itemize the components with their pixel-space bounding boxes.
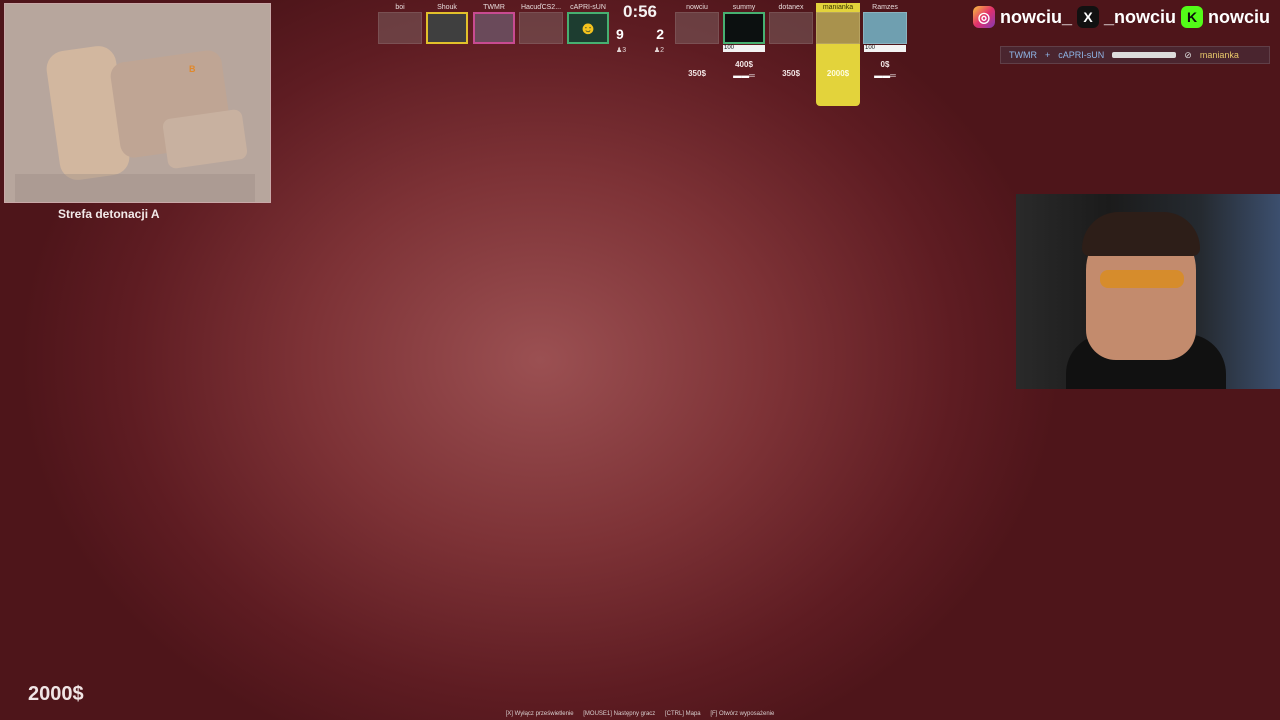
rifle-icon: ▬▬═	[874, 71, 896, 80]
player-avatar	[723, 12, 765, 44]
player-avatar	[519, 12, 563, 44]
player-name: Shouk	[437, 4, 457, 11]
killfeed-victim: manianka	[1199, 50, 1239, 60]
map-shadow	[15, 174, 255, 202]
x-icon: X	[1076, 6, 1099, 28]
player-card: TWMR	[472, 3, 516, 44]
player-card: dotanex 350$	[769, 3, 813, 106]
noscope-icon: ⊘	[1184, 49, 1192, 60]
kick-icon: K	[1181, 6, 1203, 28]
player-name: dotanex	[778, 4, 804, 11]
round-timer: 0:56	[622, 2, 658, 21]
player-avatar	[378, 12, 422, 44]
right-team: nowciu 350$ summy 100 400$ ▬▬═ dotanex 3…	[675, 3, 907, 106]
player-money: 400$	[735, 60, 753, 69]
score-row: 9 2	[612, 26, 668, 42]
player-card: boi	[378, 3, 422, 44]
player-avatar	[769, 12, 813, 44]
player-avatar: ☻	[567, 12, 609, 44]
hint-next-player: [MOUSE1] Następny gracz	[583, 711, 656, 717]
hint-map: [CTRL] Mapa	[664, 711, 701, 717]
webcam-person-hair	[1082, 212, 1200, 256]
player-money-display: 2000$	[28, 683, 84, 705]
player-name: boi	[395, 4, 405, 11]
sniper-rifle-icon	[1112, 52, 1177, 58]
bomb-site-marker: B	[189, 64, 196, 74]
score-left: 9	[616, 26, 624, 42]
hint-xray: [X] Wyłącz prześwietlenie	[505, 711, 574, 717]
alive-count: ♟3 ♟2	[612, 46, 668, 54]
player-avatar	[473, 12, 515, 44]
player-avatar	[863, 12, 907, 44]
player-avatar	[426, 12, 468, 44]
score-right: 2	[656, 26, 664, 42]
player-name: HacuďCS2...	[520, 4, 562, 11]
player-money: 2000$	[826, 69, 850, 78]
player-card: cAPRI-sUN ☻	[566, 3, 610, 44]
round-score: 0:56 9 2 ♟3 ♟2	[612, 2, 668, 54]
instagram-icon: ◎	[972, 6, 995, 28]
killfeed-assist: cAPRI-sUN	[1058, 50, 1105, 60]
map-area-b	[161, 108, 249, 170]
location-label: Strefa detonacji A	[58, 207, 160, 221]
player-card: nowciu 350$	[675, 3, 719, 106]
plus-icon: +	[1045, 50, 1051, 60]
player-card: HacuďCS2...	[519, 3, 563, 44]
player-name: TWMR	[483, 4, 505, 11]
player-name: cAPRI-sUN	[570, 4, 606, 11]
player-card: Shouk	[425, 3, 469, 44]
left-team: boi Shouk TWMR HacuďCS2... cAPRI-sUN ☻	[378, 3, 610, 44]
alive-right: ♟2	[653, 47, 664, 54]
killfeed-attacker: TWMR	[1009, 50, 1037, 60]
player-avatar	[816, 12, 860, 44]
smiley-icon: ☻	[578, 17, 598, 38]
player-name: nowciu	[686, 4, 708, 11]
player-money: 350$	[782, 69, 800, 78]
player-name: summy	[732, 4, 756, 11]
hint-equipment: [F] Otwórz wyposażenie	[710, 711, 775, 717]
player-money: 350$	[688, 69, 706, 78]
x-handle: _nowciu	[1103, 6, 1176, 27]
webcam-glasses	[1100, 270, 1184, 288]
player-health: 100	[864, 45, 906, 52]
killfeed-entry: TWMR + cAPRI-sUN ⊘ manianka	[1000, 46, 1270, 64]
player-health: 100	[723, 45, 765, 52]
control-hints: [X] Wyłącz prześwietlenie [MOUSE1] Nastę…	[0, 711, 1280, 717]
webcam-overlay	[1016, 194, 1280, 389]
minimap: B	[4, 3, 271, 203]
player-avatar	[675, 12, 719, 44]
kick-handle: nowciu	[1208, 6, 1270, 27]
player-name: Ramzes	[872, 4, 898, 11]
player-card: summy 100 400$ ▬▬═	[722, 3, 766, 106]
player-card: Ramzes 100 0$ ▬▬═	[863, 3, 907, 106]
social-handles: ◎ nowciu_ X _nowciu K nowciu	[972, 6, 1270, 28]
rifle-icon: ▬▬═	[733, 71, 755, 80]
player-card-spectated: manianka 2000$	[816, 3, 860, 106]
player-name: manianka	[822, 4, 854, 11]
alive-left: ♟3	[616, 47, 627, 54]
instagram-handle: nowciu_	[999, 6, 1072, 27]
player-money: 0$	[880, 60, 890, 69]
